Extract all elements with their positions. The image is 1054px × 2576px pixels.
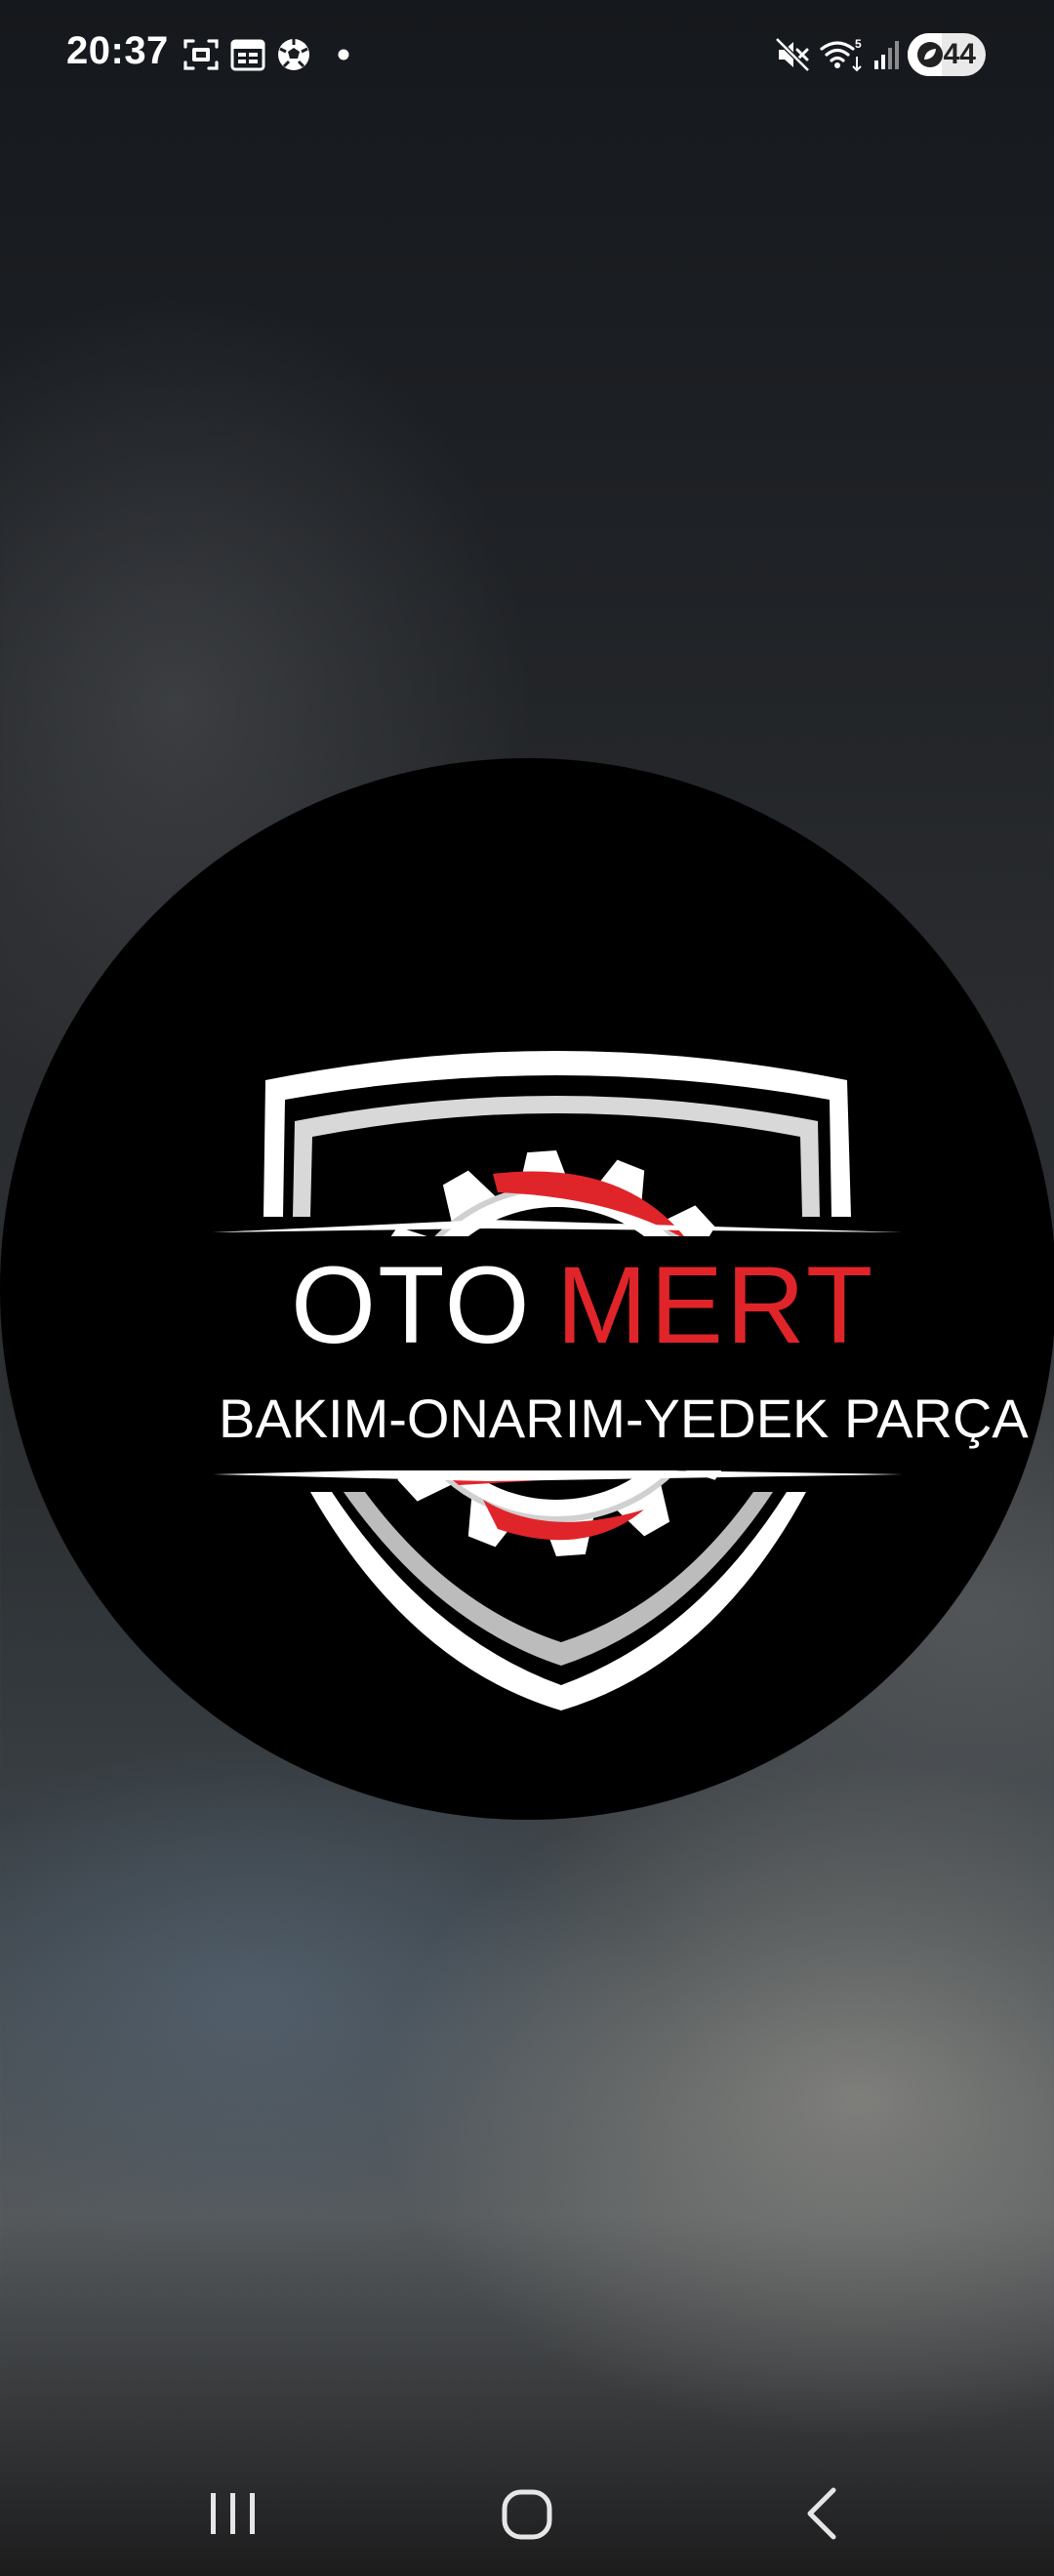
battery-indicator: 44: [908, 33, 986, 76]
screenshot-icon: [183, 39, 219, 70]
mute-icon: [775, 37, 810, 72]
svg-text:5: 5: [855, 37, 862, 51]
back-button[interactable]: [773, 2469, 871, 2556]
battery-saver-icon: [917, 42, 943, 67]
home-button[interactable]: [478, 2469, 576, 2556]
recent-apps-button[interactable]: [183, 2469, 281, 2556]
navigation-bar: [0, 2449, 1054, 2576]
status-time: 20:37: [66, 29, 169, 72]
battery-percentage: 44: [943, 38, 976, 70]
wifi-5g-icon: 5: [820, 37, 862, 72]
logo-circle: OTO MERT BAKIM-ONARIM-YEDEK PARÇA: [0, 758, 1054, 1820]
football-icon: [278, 39, 309, 70]
brand-name-mert: MERT: [556, 1244, 876, 1366]
notification-dot-icon: [338, 49, 349, 60]
calendar-icon: [230, 39, 265, 71]
status-bar: 20:37 5 44: [0, 0, 1054, 112]
signal-icon: [874, 41, 899, 69]
brand-name-oto: OTO: [291, 1244, 532, 1366]
brand-tagline: BAKIM-ONARIM-YEDEK PARÇA: [219, 1388, 1029, 1449]
